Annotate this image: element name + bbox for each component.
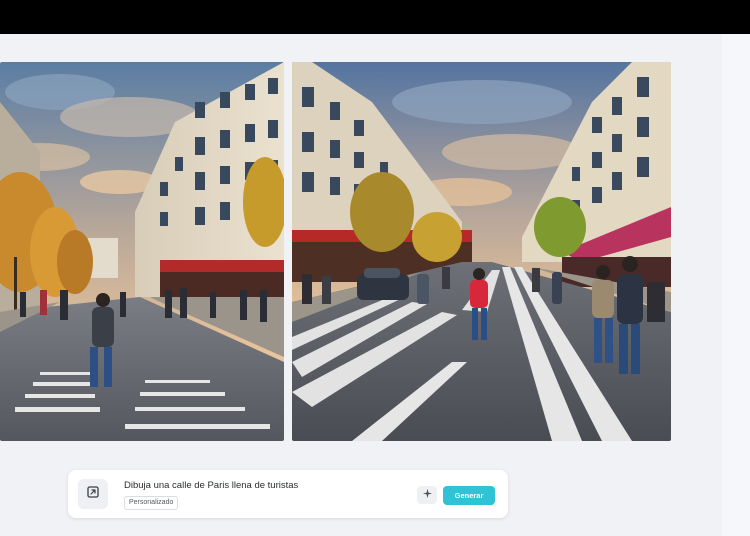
prompt-bar: Dibuja una calle de Paris llena de turis… bbox=[68, 470, 508, 518]
generated-image-2[interactable] bbox=[292, 62, 671, 441]
top-bar bbox=[0, 0, 750, 34]
style-chip[interactable]: Personalizado bbox=[124, 496, 179, 510]
right-gutter bbox=[722, 34, 750, 536]
generate-button[interactable]: Generar bbox=[443, 486, 495, 505]
paris-street-illustration-1 bbox=[0, 62, 284, 441]
edit-image-button[interactable] bbox=[78, 479, 108, 509]
prompt-input[interactable]: Dibuja una calle de Paris llena de turis… bbox=[124, 480, 298, 491]
enhance-prompt-button[interactable] bbox=[417, 486, 437, 504]
sparkle-icon bbox=[422, 486, 433, 504]
crop-edit-icon bbox=[86, 485, 100, 504]
paris-street-illustration-2 bbox=[292, 62, 671, 441]
generated-image-1[interactable] bbox=[0, 62, 284, 441]
